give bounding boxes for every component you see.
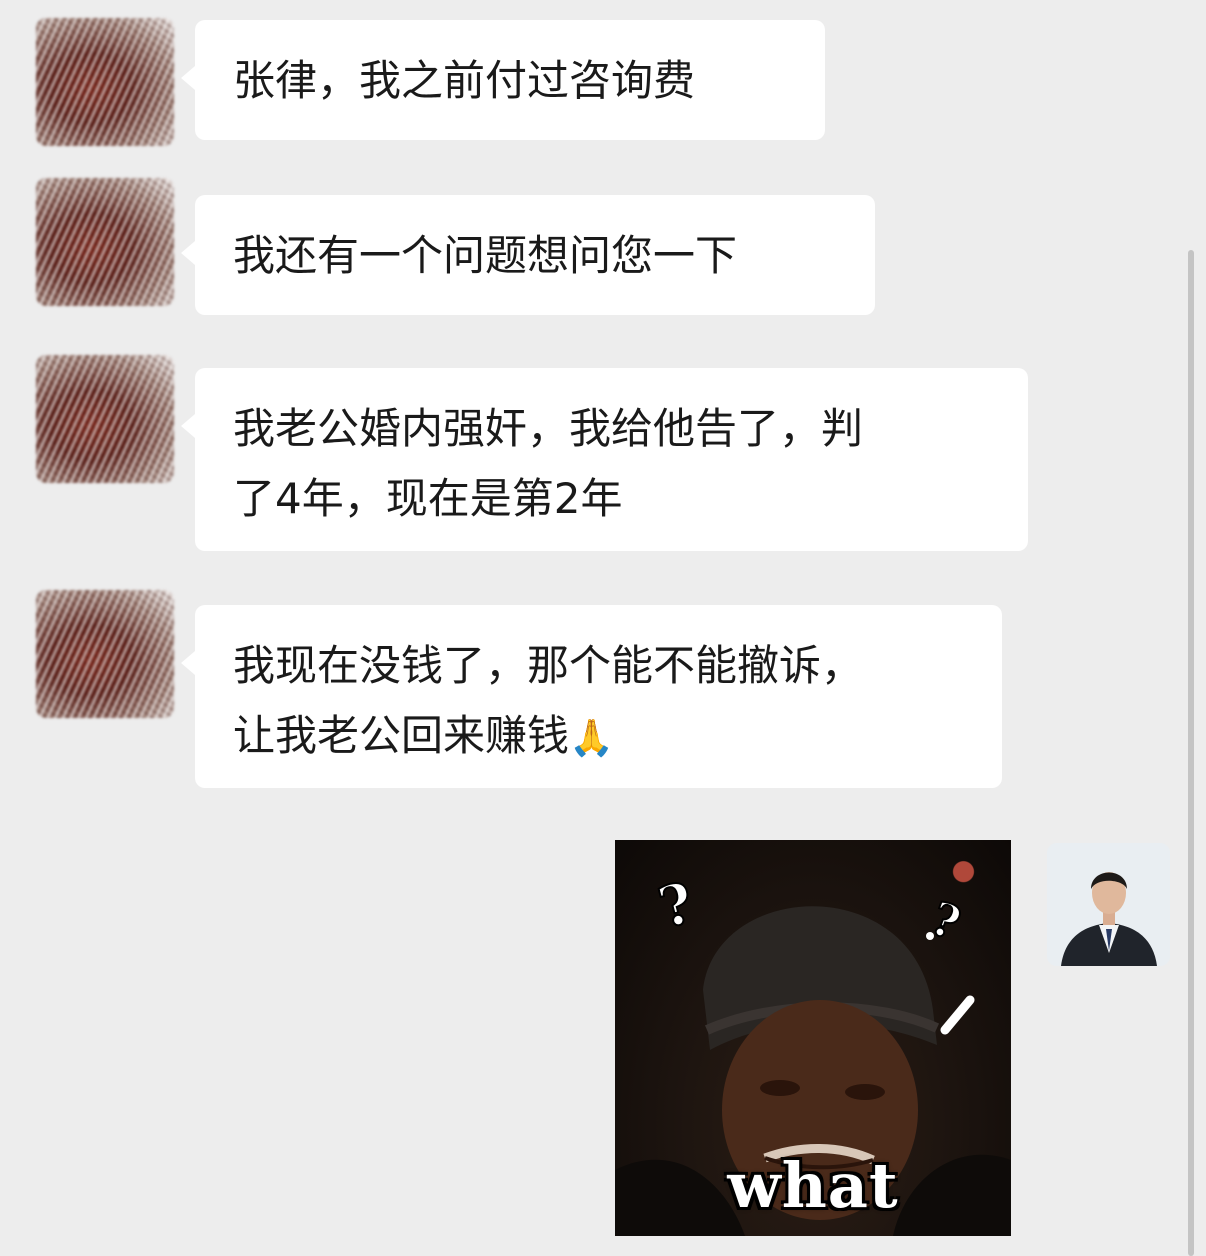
chat-window: 张律，我之前付过咨询费 我还有一个问题想问您一下 我老公婚内强奸，我给他告了，判… <box>0 0 1206 1256</box>
message-bubble[interactable]: 张律，我之前付过咨询费 <box>181 20 825 140</box>
message-bubble[interactable]: 我老公婚内强奸，我给他告了，判 了4年，现在是第2年 <box>181 368 1028 551</box>
lawyer-avatar[interactable] <box>1047 843 1170 966</box>
message-text: 我还有一个问题想问您一下 <box>233 231 738 280</box>
client-avatar[interactable] <box>36 590 174 718</box>
message-text-line-2-text: 让我老公回来赚钱 <box>233 711 570 760</box>
message-text-line-2: 了4年，现在是第2年 <box>233 474 623 523</box>
message-text-line-1: 我老公婚内强奸，我给他告了，判 <box>233 404 864 453</box>
svg-text:?: ? <box>652 869 701 941</box>
message-bubble[interactable]: 我还有一个问题想问您一下 <box>181 195 875 315</box>
client-avatar[interactable] <box>36 355 174 483</box>
client-avatar[interactable] <box>36 18 174 146</box>
message-text-line-1: 我现在没钱了，那个能不能撤诉， <box>233 641 864 690</box>
sticker-caption: what <box>727 1149 899 1222</box>
folded-hands-icon: 🙏 <box>569 718 614 759</box>
man-in-suit-avatar <box>1047 843 1170 966</box>
svg-text:?: ? <box>924 891 968 951</box>
message-text: 张律，我之前付过咨询费 <box>233 56 696 105</box>
message-text-line-2: 让我老公回来赚钱🙏 <box>233 701 966 774</box>
message-bubble[interactable]: 我现在没钱了，那个能不能撤诉， 让我老公回来赚钱🙏 <box>181 605 1002 788</box>
client-avatar[interactable] <box>36 178 174 306</box>
sticker-image[interactable]: ? ? what <box>615 840 1011 1236</box>
scrollbar[interactable] <box>1188 250 1194 1256</box>
